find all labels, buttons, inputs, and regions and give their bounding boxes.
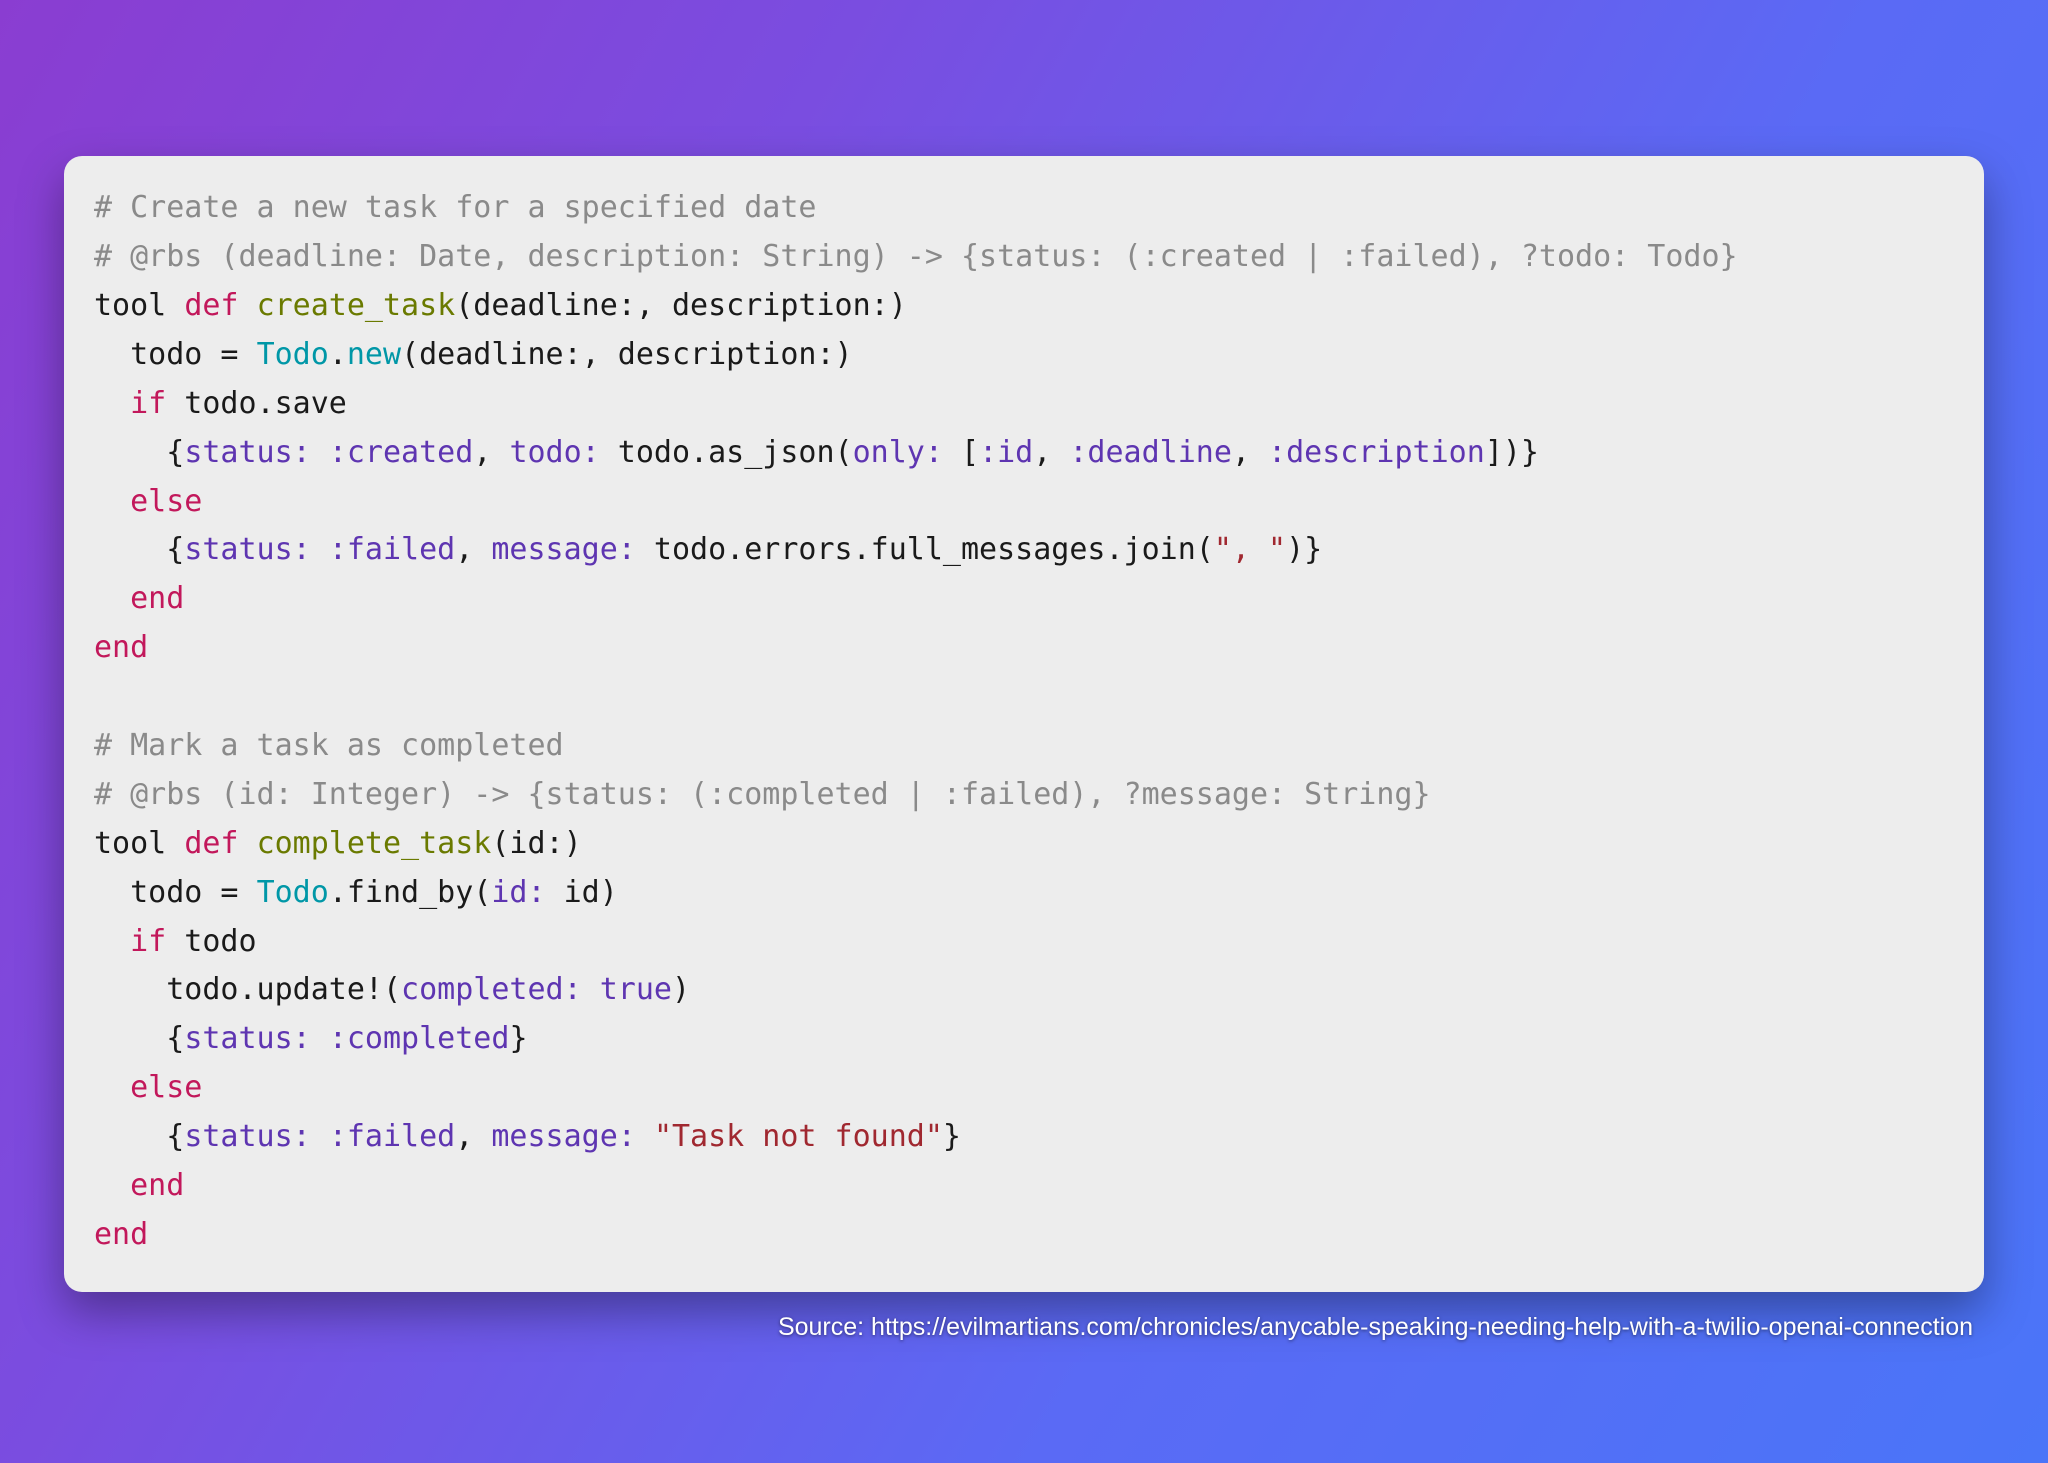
code-line: {status: :created, todo: todo.as_json(on… — [94, 435, 1539, 470]
source-attribution: Source: https://evilmartians.com/chronic… — [778, 1313, 1973, 1342]
code-line: end — [94, 1168, 184, 1203]
code-line: end — [94, 581, 184, 616]
code-line: {status: :failed, message: "Task not fou… — [94, 1119, 961, 1154]
code-line: else — [94, 484, 202, 519]
code-line: {status: :failed, message: todo.errors.f… — [94, 532, 1322, 567]
code-line: if todo.save — [94, 386, 347, 421]
code-line: tool def create_task(deadline:, descript… — [94, 288, 907, 323]
code-comment: # @rbs (deadline: Date, description: Str… — [94, 239, 1738, 274]
code-comment: # Create a new task for a specified date — [94, 190, 816, 225]
code-line: tool def complete_task(id:) — [94, 826, 582, 861]
code-line: {status: :completed} — [94, 1021, 528, 1056]
code-line: if todo — [94, 924, 257, 959]
code-block: # Create a new task for a specified date… — [94, 184, 1954, 1260]
code-line: todo = Todo.find_by(id: id) — [94, 875, 618, 910]
code-line: todo.update!(completed: true) — [94, 972, 690, 1007]
code-card: # Create a new task for a specified date… — [64, 156, 1984, 1292]
code-comment: # Mark a task as completed — [94, 728, 564, 763]
code-comment: # @rbs (id: Integer) -> {status: (:compl… — [94, 777, 1431, 812]
code-line: todo = Todo.new(deadline:, description:) — [94, 337, 853, 372]
code-line: end — [94, 1217, 148, 1252]
code-line: else — [94, 1070, 202, 1105]
code-line: end — [94, 630, 148, 665]
